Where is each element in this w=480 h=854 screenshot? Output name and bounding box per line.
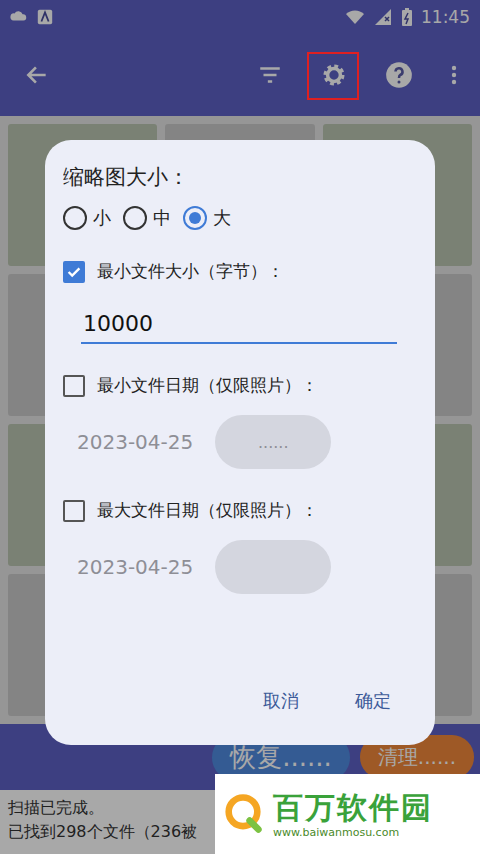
- radio-option[interactable]: 中: [123, 206, 171, 230]
- logo-icon: [221, 792, 265, 836]
- dialog-buttons: 取消 确定: [63, 689, 415, 725]
- radio-icon[interactable]: [123, 206, 147, 230]
- settings-highlight: [307, 52, 359, 100]
- dialog-button[interactable]: 取消: [263, 689, 299, 713]
- watermark: 百万软件园www.baiwanmosu.com: [215, 774, 480, 854]
- min-size-checkbox[interactable]: 最小文件大小（字节）：: [63, 260, 415, 283]
- max-date-row: 2023-04-25: [63, 540, 415, 594]
- radio-option[interactable]: 大: [183, 206, 231, 230]
- radio-option[interactable]: 小: [63, 206, 111, 230]
- checkbox-icon[interactable]: [63, 500, 85, 522]
- thumbnail-size-label: 缩略图大小：: [63, 162, 415, 192]
- max-date-checkbox[interactable]: 最大文件日期（仅限照片）：: [63, 499, 415, 522]
- radio-group: 小中大: [63, 206, 415, 230]
- max-date-value: 2023-04-25: [77, 555, 193, 579]
- checkbox-icon[interactable]: [63, 261, 85, 283]
- max-date-button[interactable]: [215, 540, 331, 594]
- min-date-button[interactable]: ......: [215, 415, 331, 469]
- radio-icon[interactable]: [63, 206, 87, 230]
- watermark-url: www.baiwanmosu.com: [273, 826, 433, 839]
- dialog-body: 缩略图大小： 小中大最小文件大小（字节）： 10000 最小文件日期（仅限照片）： 20…: [63, 162, 415, 640]
- radio-icon[interactable]: [183, 206, 207, 230]
- min-date-value: 2023-04-25: [77, 430, 193, 454]
- min-date-row: 2023-04-25......: [63, 415, 415, 469]
- min-size-input[interactable]: 10000: [81, 307, 397, 344]
- dialog-button[interactable]: 确定: [355, 689, 391, 713]
- screen: 11:45恢复......清理......扫描已完成。已找到298个文件（236…: [0, 0, 480, 854]
- settings-dialog: 缩略图大小： 小中大最小文件大小（字节）： 10000 最小文件日期（仅限照片）： 20…: [45, 140, 435, 745]
- checkbox-icon[interactable]: [63, 375, 85, 397]
- min-date-checkbox[interactable]: 最小文件日期（仅限照片）：: [63, 374, 415, 397]
- watermark-name: 百万软件园: [273, 790, 433, 826]
